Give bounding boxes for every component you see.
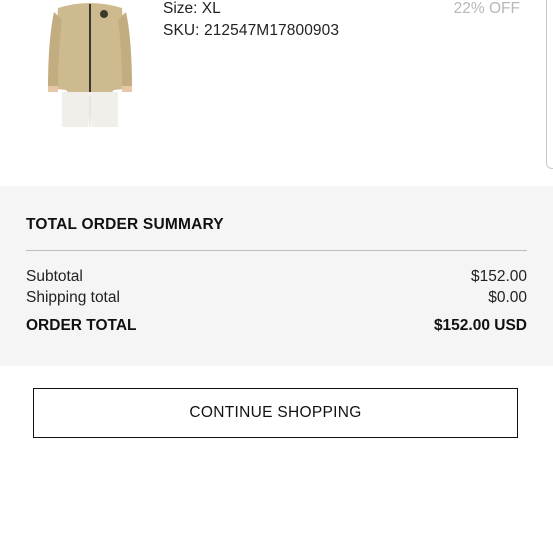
subtotal-label: Subtotal: [26, 268, 83, 285]
discount-badge: 22% OFF: [453, 0, 520, 17]
summary-title: TOTAL ORDER SUMMARY: [26, 216, 224, 233]
subtotal-value: $152.00: [470, 268, 527, 285]
product-size: Size: XL: [163, 0, 221, 17]
shipping-row: Shipping total $0.00: [26, 289, 527, 307]
product-sku: SKU: 212547M17800903: [163, 22, 340, 39]
subtotal-row: Subtotal $152.00: [26, 268, 527, 286]
order-total-label: ORDER TOTAL: [26, 317, 137, 334]
product-line-item: Size: XL SKU: 212547M17800903 22% OFF: [0, 0, 553, 186]
order-total-value: $152.00 USD: [433, 317, 527, 334]
order-summary-panel: TOTAL ORDER SUMMARY Subtotal $152.00 Shi…: [0, 186, 553, 366]
shipping-value: $0.00: [488, 289, 527, 306]
order-total-row: ORDER TOTAL $152.00 USD: [26, 317, 527, 335]
continue-shopping-button[interactable]: CONTINUE SHOPPING: [33, 388, 518, 438]
product-image[interactable]: [44, 0, 136, 127]
card-edge: [546, 0, 553, 169]
shipping-label: Shipping total: [26, 289, 120, 306]
summary-divider: [26, 250, 527, 251]
